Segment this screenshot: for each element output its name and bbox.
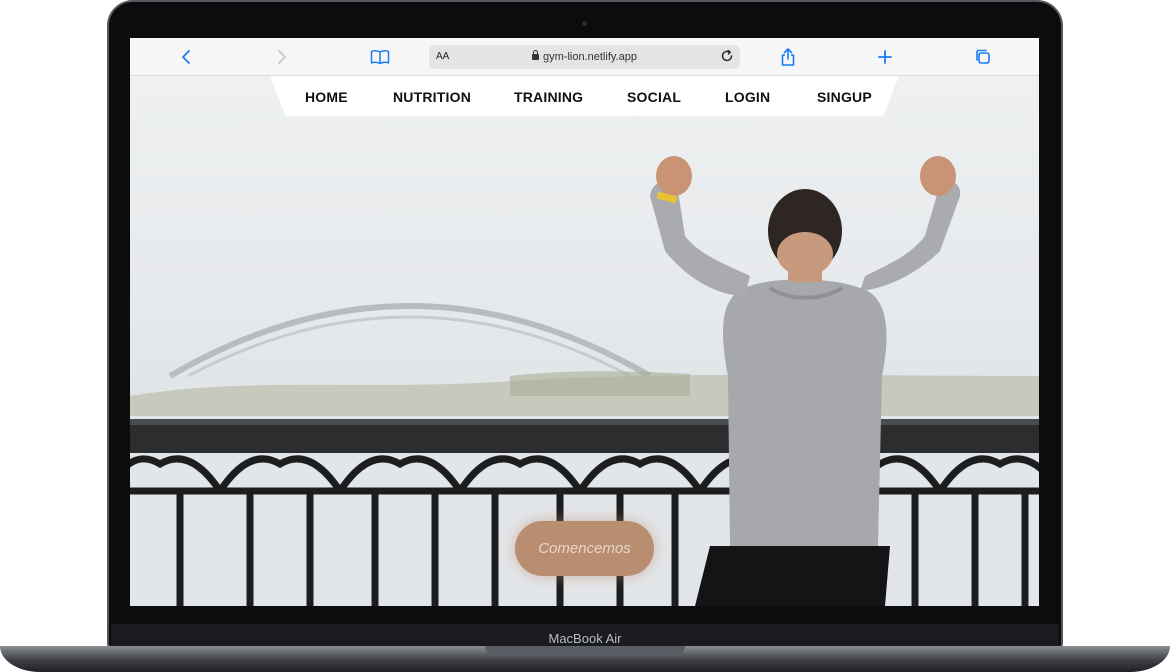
laptop-notch <box>485 646 685 656</box>
url-display[interactable]: gym-lion.netlify.app <box>429 50 740 63</box>
model-label: MacBook Air <box>548 631 622 646</box>
nav-item-training[interactable]: TRAINING <box>514 89 583 105</box>
get-started-button[interactable]: Comencemos <box>515 521 654 576</box>
url-text: gym-lion.netlify.app <box>543 51 637 63</box>
share-icon[interactable] <box>776 45 800 69</box>
nav-item-signup[interactable]: SINGUP <box>817 89 872 105</box>
main-nav: HOME NUTRITION TRAINING SOCIAL LOGIN SIN… <box>270 76 899 116</box>
new-tab-icon[interactable] <box>873 45 897 69</box>
browser-screen: AA gym-lion.netlify.app HOME NUTRITION T… <box>130 38 1039 606</box>
reload-icon[interactable] <box>720 49 734 68</box>
nav-item-social[interactable]: SOCIAL <box>627 89 681 105</box>
forward-icon[interactable] <box>270 45 294 69</box>
bookmarks-icon[interactable] <box>368 45 392 69</box>
nav-item-home[interactable]: HOME <box>305 89 348 105</box>
back-icon[interactable] <box>174 45 198 69</box>
address-bar[interactable]: AA gym-lion.netlify.app <box>429 45 740 69</box>
lock-icon <box>532 50 540 60</box>
nav-item-login[interactable]: LOGIN <box>725 89 770 105</box>
nav-item-nutrition[interactable]: NUTRITION <box>393 89 471 105</box>
camera-icon <box>582 21 587 26</box>
tabs-icon[interactable] <box>971 45 995 69</box>
safari-toolbar: AA gym-lion.netlify.app <box>130 38 1039 76</box>
